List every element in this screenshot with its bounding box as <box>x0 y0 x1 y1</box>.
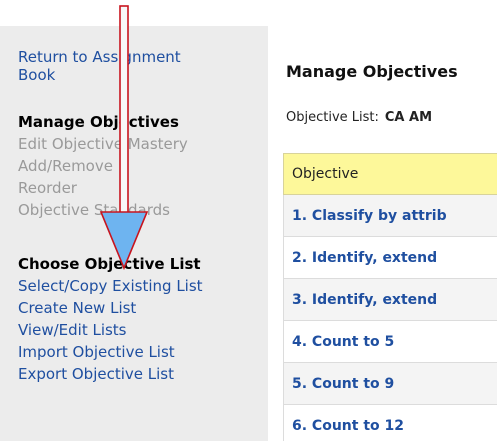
table-row: 5. Count to 9 <box>283 362 497 405</box>
objective-link[interactable]: 1. Classify by attrib <box>283 194 497 237</box>
table-row: 4. Count to 5 <box>283 320 497 363</box>
import-objective-list-link[interactable]: Import Objective List <box>18 343 175 361</box>
select-copy-existing-list-link[interactable]: Select/Copy Existing List <box>18 277 203 295</box>
reorder-item: Reorder <box>18 179 77 197</box>
objectives-table: Objective 1. Classify by attrib 2. Ident… <box>283 153 497 441</box>
objective-link[interactable]: 3. Identify, extend <box>283 278 497 321</box>
edit-objective-mastery-item: Edit Objective Mastery <box>18 135 188 153</box>
objective-list-label: Objective List: CA AM <box>286 110 432 125</box>
objective-link[interactable]: 5. Count to 9 <box>283 362 497 405</box>
manage-objectives-heading: Manage Objectives <box>18 113 179 131</box>
objective-list-caption: Objective List: <box>286 110 379 125</box>
objective-standards-item: Objective Standards <box>18 201 170 219</box>
objective-link[interactable]: 6. Count to 12 <box>283 404 497 441</box>
objective-link[interactable]: 4. Count to 5 <box>283 320 497 363</box>
add-remove-item: Add/Remove <box>18 157 113 175</box>
return-link-line1[interactable]: Return to Assignment <box>18 48 181 66</box>
table-row: 1. Classify by attrib <box>283 194 497 237</box>
main-content: Manage Objectives Objective List: CA AM O… <box>268 26 497 441</box>
table-row: 2. Identify, extend <box>283 236 497 279</box>
top-strip <box>0 0 497 26</box>
view-edit-lists-link[interactable]: View/Edit Lists <box>18 321 127 339</box>
create-new-list-link[interactable]: Create New List <box>18 299 136 317</box>
sidebar: Return to Assignment Book Manage Objecti… <box>0 0 497 441</box>
table-row: 3. Identify, extend <box>283 278 497 321</box>
objective-column-header: Objective <box>283 153 497 195</box>
page-title: Manage Objectives <box>286 62 458 81</box>
objective-list-value: CA AM <box>384 110 433 125</box>
table-row: 6. Count to 12 <box>283 404 497 441</box>
return-to-assignment-book-link[interactable]: Return to Assignment Book <box>18 48 181 84</box>
return-link-line2[interactable]: Book <box>18 66 55 84</box>
choose-objective-list-heading: Choose Objective List <box>18 255 201 273</box>
objective-link[interactable]: 2. Identify, extend <box>283 236 497 279</box>
export-objective-list-link[interactable]: Export Objective List <box>18 365 174 383</box>
